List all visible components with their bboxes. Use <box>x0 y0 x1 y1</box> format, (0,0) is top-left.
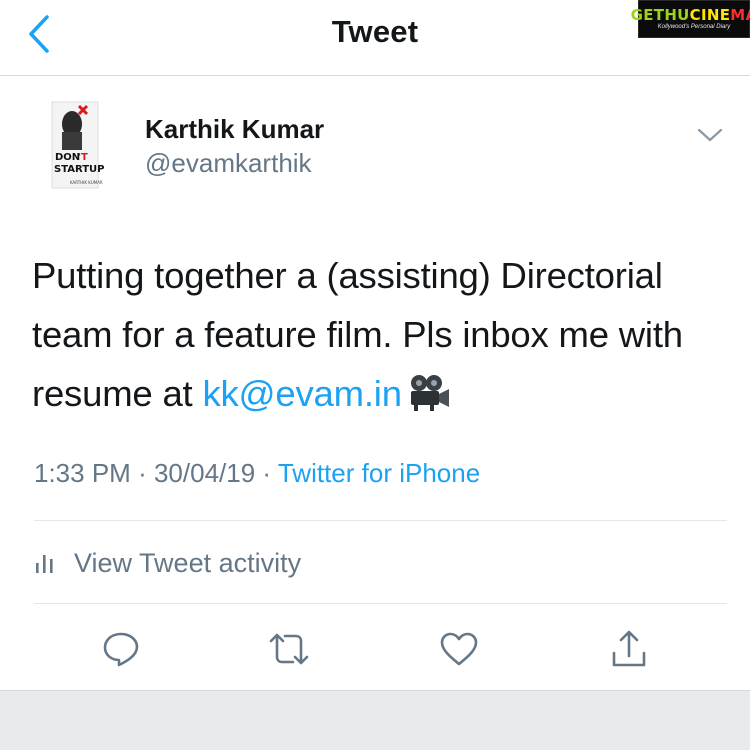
share-button[interactable] <box>604 624 654 674</box>
retweet-icon <box>269 633 309 665</box>
email-link[interactable]: kk@evam.in <box>202 373 402 414</box>
view-tweet-activity-button[interactable]: View Tweet activity <box>34 536 301 590</box>
divider <box>34 520 727 521</box>
book-cover-avatar-image: DON 'T STARTUP KARTHIK KUMAR <box>34 96 124 194</box>
meta-separator: · <box>138 458 147 488</box>
tweet-source-link[interactable]: Twitter for iPhone <box>278 458 480 488</box>
avatar[interactable]: DON 'T STARTUP KARTHIK KUMAR <box>34 96 124 194</box>
reply-button[interactable] <box>96 624 146 674</box>
tweet-text: Putting together a (assisting) Directori… <box>32 246 732 429</box>
heart-icon <box>440 632 478 666</box>
watermark-brand: GETHUCINEMA <box>630 6 750 24</box>
more-options-button[interactable] <box>694 122 726 148</box>
tweet-text-prefix: resume at <box>32 373 203 414</box>
watermark-logo: GETHUCINEMA Kollywood's Personal Diary <box>631 0 750 38</box>
author-handle[interactable]: @evamkarthik <box>145 148 312 179</box>
svg-text:KARTHIK KUMAR: KARTHIK KUMAR <box>70 180 103 185</box>
tweet-detail-screen: Tweet GETHUCINEMA Kollywood's Personal D… <box>0 0 750 750</box>
tweet-text-line: Putting together a (assisting) Directori… <box>32 255 663 296</box>
svg-text:'T: 'T <box>78 152 88 163</box>
tweet-date: 30/04/19 <box>153 458 256 488</box>
analytics-icon <box>36 555 53 573</box>
watermark-tagline: Kollywood's Personal Diary <box>657 24 731 30</box>
meta-separator: · <box>262 458 272 488</box>
tweet-text-line: team for a feature film. Pls inbox me wi… <box>32 314 683 355</box>
like-button[interactable] <box>434 624 484 674</box>
reply-icon <box>103 632 139 667</box>
tweet-text-line: resume at kk@evam.in <box>32 364 732 429</box>
reply-area-background <box>0 690 750 750</box>
svg-text:DON: DON <box>55 152 80 163</box>
svg-text:STARTUP: STARTUP <box>54 164 105 175</box>
tweet-meta: 1:33 PM · 30/04/19 · Twitter for iPhone <box>34 458 480 489</box>
divider <box>34 603 727 604</box>
tweet-time: 1:33 PM <box>34 458 131 488</box>
movie-camera-icon <box>408 370 450 429</box>
chevron-down-icon <box>697 128 723 142</box>
view-tweet-activity-label: View Tweet activity <box>74 547 302 578</box>
share-icon <box>612 630 646 667</box>
author-display-name[interactable]: Karthik Kumar <box>145 114 324 145</box>
retweet-button[interactable] <box>264 624 314 674</box>
